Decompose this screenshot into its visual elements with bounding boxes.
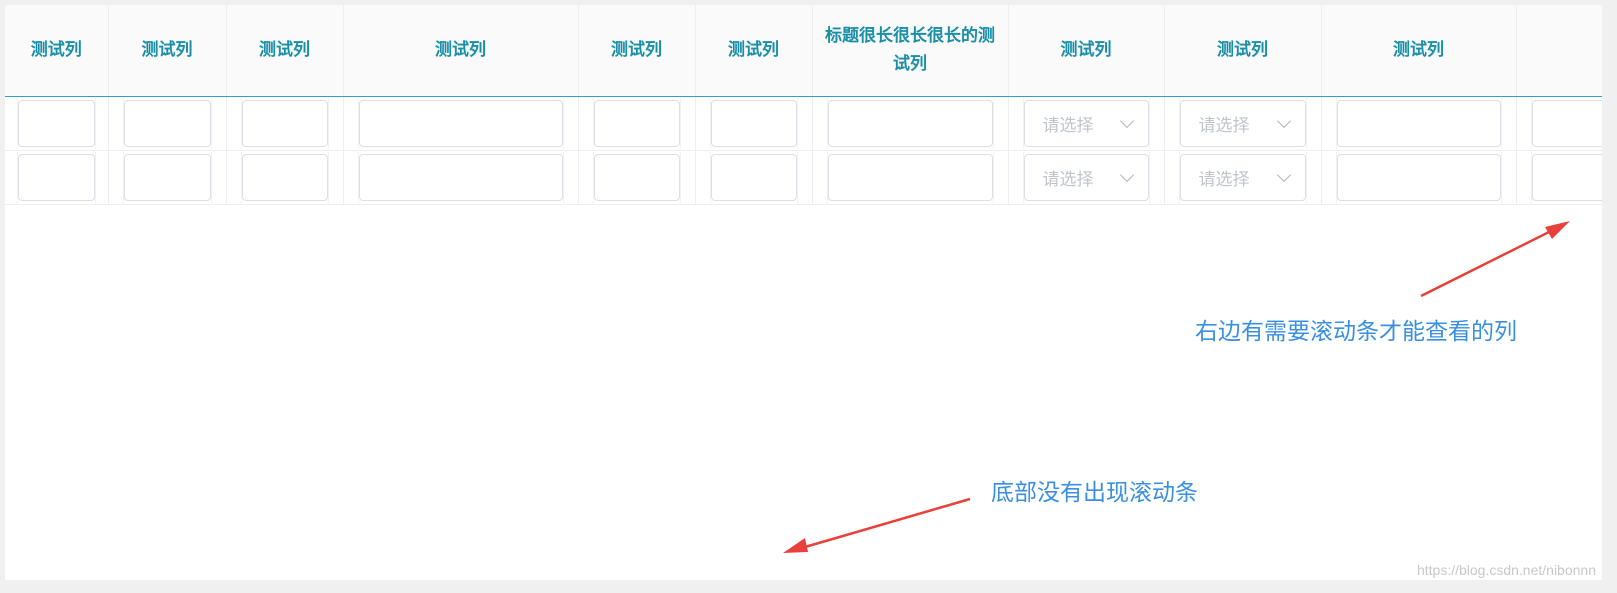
watermark: https://blog.csdn.net/nibonnn bbox=[1416, 562, 1596, 578]
annotation-arrows bbox=[783, 221, 1570, 553]
screenshot-frame: 测试列 测试列 测试列 测试列 测试列 测试列 标题很长很长很长的测试列 测试列… bbox=[5, 5, 1602, 580]
annotation-bottom-note: 底部没有出现滚动条 bbox=[991, 480, 1198, 506]
annotation-right-note: 右边有需要滚动条才能查看的列 bbox=[1195, 319, 1517, 345]
arrow-right-head bbox=[1545, 221, 1570, 239]
arrow-bottom-head bbox=[783, 538, 808, 553]
arrow-bottom-line bbox=[804, 497, 971, 549]
arrow-right-line bbox=[1420, 228, 1554, 298]
